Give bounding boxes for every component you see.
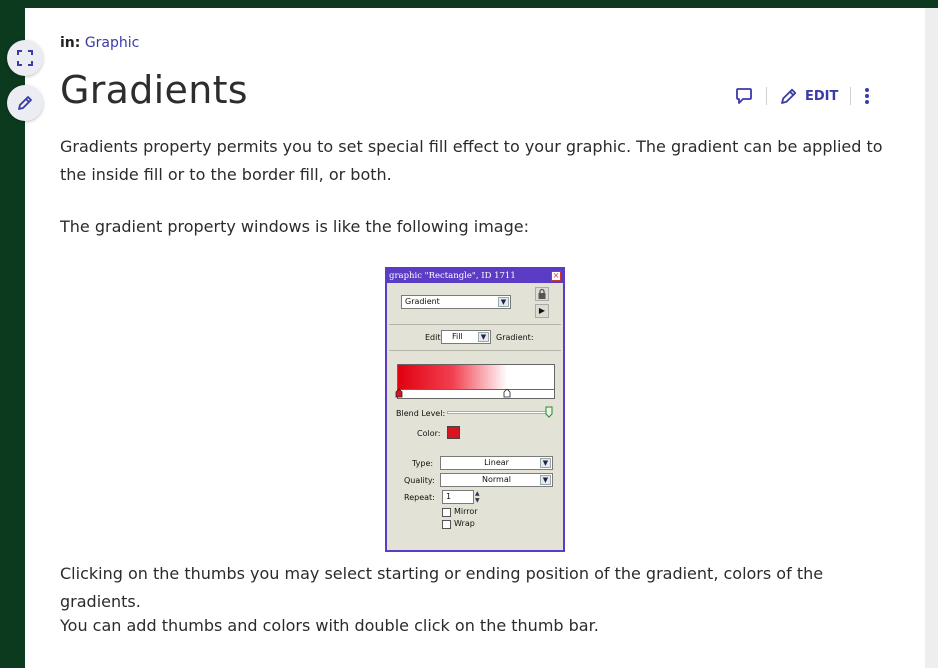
breadcrumb: in: Graphic: [60, 35, 139, 51]
thumbs-note-paragraph: Clicking on the thumbs you may select st…: [60, 564, 824, 611]
pencil-icon: [18, 96, 32, 110]
breadcrumb-link-graphic[interactable]: Graphic: [85, 35, 140, 51]
blend-level-label: Blend Level:: [396, 409, 446, 418]
color-swatch: [447, 426, 460, 439]
end-thumb-icon: [503, 389, 511, 398]
mirror-label: Mirror: [454, 507, 478, 516]
chevron-down-icon: ▼: [540, 458, 551, 468]
dialog-separator: [389, 324, 561, 325]
wrap-label: Wrap: [454, 519, 475, 528]
category-value: Gradient: [405, 297, 440, 306]
repeat-stepper: ▲ ▼: [475, 490, 480, 504]
expand-icon: [17, 50, 33, 66]
wrap-checkbox: [442, 520, 451, 529]
type-label: Type:: [412, 459, 434, 468]
comment-icon: [736, 88, 752, 104]
gradient-label: Gradient:: [496, 333, 534, 342]
dialog-title: graphic "Rectangle", ID 1711: [389, 271, 516, 281]
type-select: Linear ▼: [440, 456, 553, 470]
edit-value: Fill: [452, 332, 463, 341]
slider-handle-icon: [545, 406, 553, 418]
window-note-paragraph: The gradient property windows is like th…: [60, 217, 529, 236]
edit-button[interactable]: EDIT: [779, 86, 838, 106]
repeat-label: Repeat:: [404, 493, 435, 502]
play-icon: ▶: [535, 304, 549, 318]
chevron-down-icon: ▼: [478, 332, 489, 342]
start-thumb-icon: [395, 389, 403, 398]
blend-level-slider: [447, 411, 547, 414]
comment-button[interactable]: [734, 86, 754, 106]
repeat-value: 1: [446, 492, 452, 501]
right-gutter: [925, 8, 938, 668]
more-vertical-icon: [865, 88, 870, 104]
lock-icon: [535, 287, 549, 301]
gradient-dialog-image: graphic "Rectangle", ID 1711 × Gradient …: [385, 267, 565, 552]
thumb-bar: [395, 389, 555, 399]
gradient-preview: [397, 364, 555, 390]
intro-paragraph: Gradients property permits you to set sp…: [60, 137, 883, 184]
page-title: Gradients: [60, 68, 248, 112]
quick-edit-button[interactable]: [7, 85, 43, 121]
edit-select: Fill ▼: [441, 330, 491, 344]
add-note-paragraph: You can add thumbs and colors with doubl…: [60, 616, 599, 635]
color-label: Color:: [417, 429, 441, 438]
repeat-field: 1: [442, 490, 474, 504]
divider: [766, 87, 767, 105]
dialog-separator: [389, 350, 561, 351]
divider: [850, 87, 852, 105]
page-actions: EDIT: [734, 84, 871, 108]
edit-label: EDIT: [805, 88, 839, 104]
type-value: Linear: [484, 458, 509, 467]
quality-label: Quality:: [404, 476, 435, 485]
quality-value: Normal: [482, 475, 511, 484]
mirror-checkbox: [442, 508, 451, 517]
chevron-down-icon: ▼: [498, 297, 509, 307]
close-icon: ×: [551, 271, 561, 281]
edit-pencil-icon: [781, 88, 797, 104]
edit-label: Edit: [425, 333, 441, 342]
quality-select: Normal ▼: [440, 473, 553, 487]
dialog-titlebar: graphic "Rectangle", ID 1711 ×: [387, 269, 563, 283]
breadcrumb-prefix: in:: [60, 35, 81, 51]
fullscreen-button[interactable]: [7, 40, 43, 76]
chevron-down-icon: ▼: [540, 475, 551, 485]
more-options-button[interactable]: [863, 86, 871, 106]
category-select: Gradient ▼: [401, 295, 511, 309]
